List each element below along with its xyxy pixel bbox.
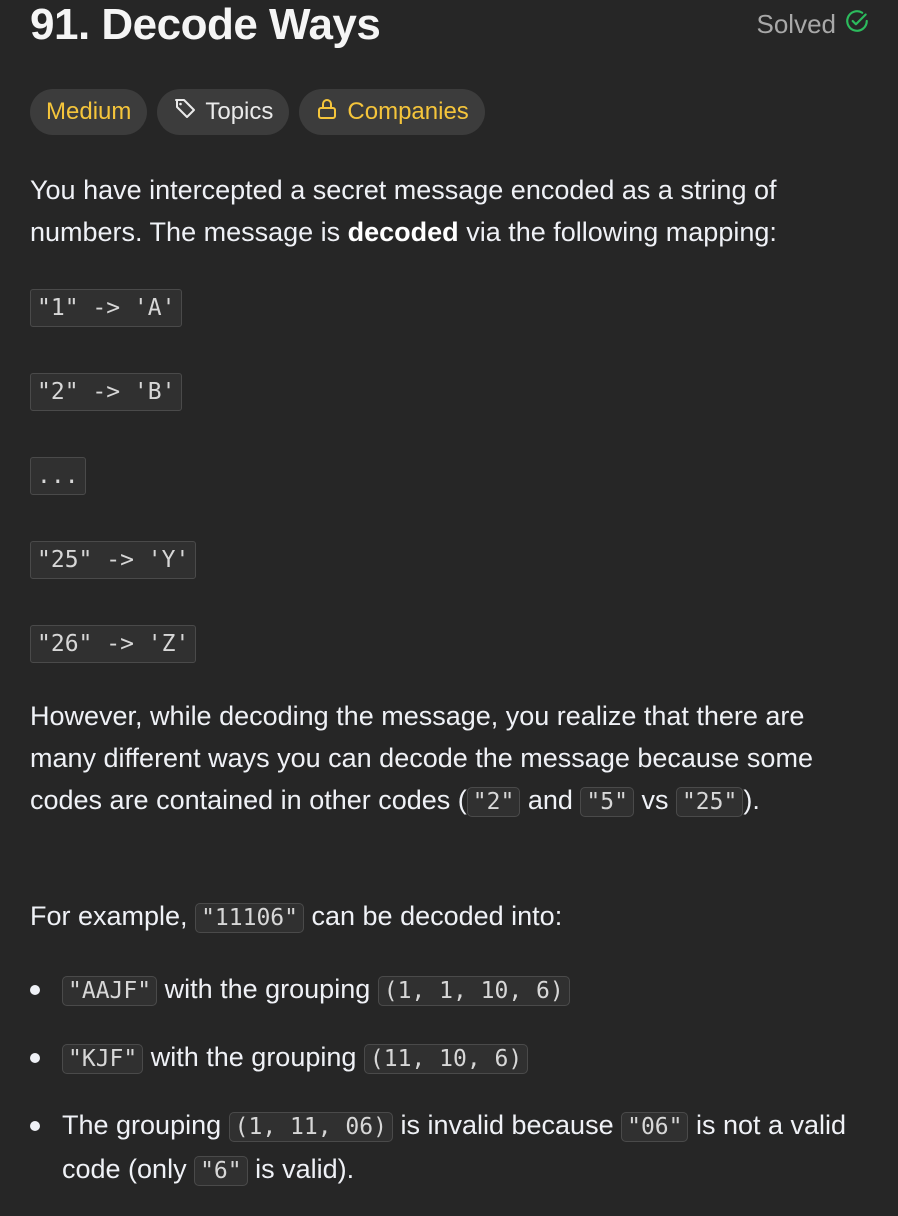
- mapping-line: "25" -> 'Y': [30, 541, 197, 579]
- lock-icon: [315, 97, 339, 128]
- list-item: The grouping (1, 11, 06) is invalid beca…: [30, 1104, 870, 1192]
- inline-code: "06": [621, 1112, 689, 1142]
- intro-bold-text: decoded: [347, 217, 459, 247]
- bullet-dot: [30, 1053, 40, 1063]
- inline-code: "2": [466, 787, 521, 817]
- bullet-dot: [30, 985, 40, 995]
- intro-text-end: via the following mapping:: [458, 217, 777, 247]
- problem-title[interactable]: 91. Decode Ways: [30, 2, 381, 48]
- example-paragraph: For example, "11106" can be decoded into…: [30, 895, 870, 939]
- list-item-text: The grouping: [62, 1110, 229, 1140]
- tag-row: Medium Topics Companies: [30, 89, 485, 135]
- inline-code: (1, 1, 10, 6): [377, 976, 570, 1006]
- example-text-end: can be decoded into:: [304, 901, 563, 931]
- mapping-line: "2" -> 'B': [30, 373, 183, 411]
- however-vs-text: vs: [633, 785, 676, 815]
- companies-label: Companies: [347, 98, 469, 125]
- example-list: "AAJF" with the grouping (1, 1, 10, 6) "…: [30, 968, 870, 1216]
- list-item-text: with the grouping: [157, 974, 378, 1004]
- inline-code: "KJF": [62, 1044, 144, 1074]
- solved-status: Solved: [757, 8, 871, 41]
- inline-code: "5": [580, 787, 634, 817]
- list-item: "KJF" with the grouping (11, 10, 6): [30, 1036, 870, 1080]
- topics-label: Topics: [205, 98, 274, 125]
- mapping-line: ...: [30, 457, 86, 495]
- intro-paragraph: You have intercepted a secret message en…: [30, 169, 870, 253]
- inline-code: "11106": [195, 903, 304, 933]
- title-row: 91. Decode Ways Solved: [30, 0, 870, 60]
- list-item: "AAJF" with the grouping (1, 1, 10, 6): [30, 968, 870, 1012]
- example-text: For example,: [30, 901, 196, 931]
- inline-code: (11, 10, 6): [363, 1044, 529, 1074]
- difficulty-label: Medium: [46, 98, 132, 125]
- tag-icon: [173, 97, 197, 128]
- inline-code: (1, 11, 06): [228, 1112, 393, 1142]
- solved-label: Solved: [756, 9, 837, 39]
- inline-code: "AAJF": [62, 976, 158, 1006]
- mapping-line: "26" -> 'Z': [30, 625, 197, 663]
- list-item-text: with the grouping: [143, 1042, 364, 1072]
- inline-code: "25": [675, 787, 744, 817]
- however-paragraph: However, while decoding the message, you…: [30, 695, 870, 823]
- mapping-line: "1" -> 'A': [30, 289, 183, 327]
- check-circle-icon: [844, 8, 870, 41]
- list-item-text: is valid).: [247, 1154, 355, 1184]
- companies-button[interactable]: Companies: [299, 89, 485, 135]
- however-and-text: and: [520, 785, 581, 815]
- list-item-text: is invalid because: [392, 1110, 622, 1140]
- problem-description-panel: 91. Decode Ways Solved Medium Topics Com…: [30, 0, 870, 1186]
- difficulty-badge: Medium: [30, 89, 148, 135]
- topics-button[interactable]: Topics: [157, 89, 290, 135]
- however-end-text: ).: [743, 785, 760, 815]
- bullet-dot: [30, 1121, 40, 1131]
- inline-code: "6": [194, 1156, 248, 1186]
